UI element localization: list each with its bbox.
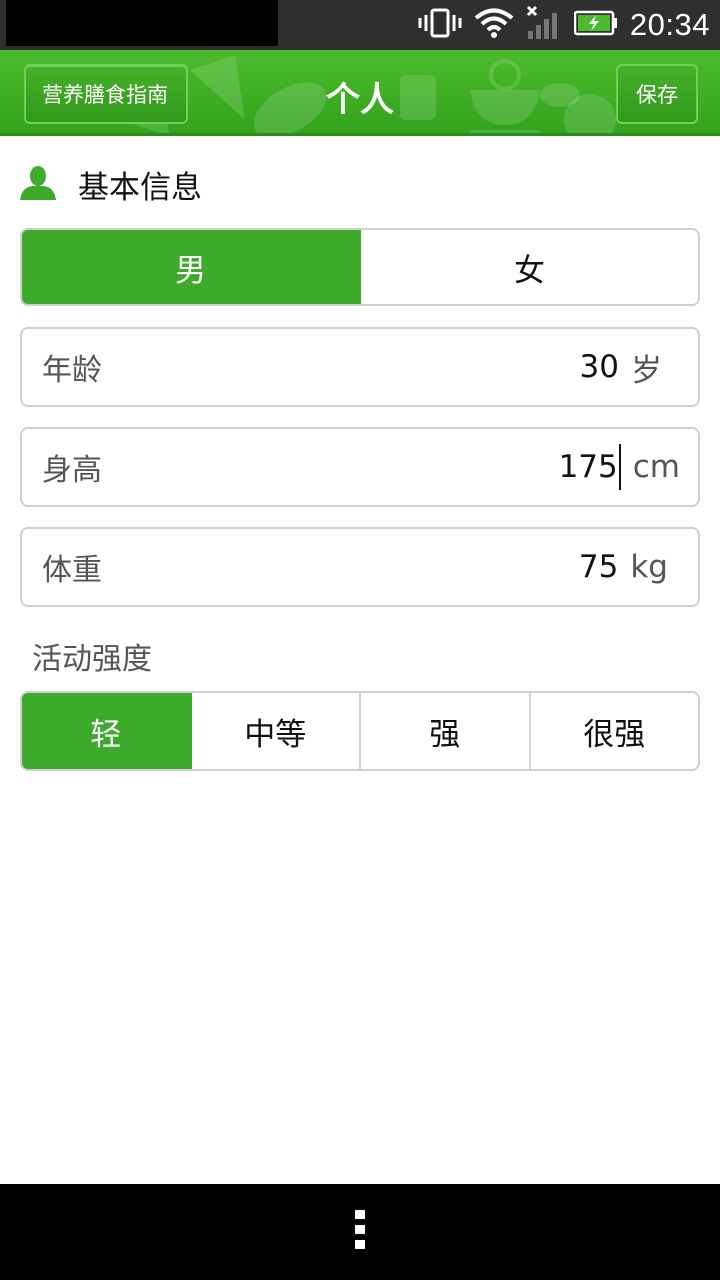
signal-icon (526, 5, 562, 45)
status-bar: 20:34 (0, 0, 720, 50)
age-unit: 岁 (631, 352, 662, 389)
weight-label: 体重 (42, 553, 102, 588)
activity-option-very-strong[interactable]: 很强 (528, 693, 699, 769)
height-label: 身高 (42, 453, 102, 488)
screen: 20:34 营养膳食指南 个人 保存 基本信息 男 女 年龄 30 岁 身高 1… (0, 0, 720, 1280)
activity-option-light[interactable]: 轻 (22, 693, 190, 769)
status-bar-notch (6, 0, 278, 46)
height-value-wrap[interactable]: 175 (559, 444, 621, 490)
basic-info-header: 基本信息 (20, 162, 202, 206)
gender-option-female[interactable]: 女 (359, 230, 698, 304)
height-value[interactable]: 175 (559, 449, 618, 485)
age-label: 年龄 (42, 353, 102, 388)
activity-label: 活动强度 (32, 642, 152, 677)
page-title: 个人 (326, 80, 394, 120)
text-cursor (618, 444, 621, 490)
wifi-icon (474, 7, 514, 43)
weight-unit: kg (630, 549, 668, 585)
activity-option-strong[interactable]: 强 (359, 693, 529, 769)
navigation-bar (0, 1184, 720, 1280)
save-button[interactable]: 保存 (616, 64, 698, 124)
height-unit: cm (632, 449, 680, 485)
clock: 20:34 (629, 7, 710, 42)
weight-field[interactable]: 体重 75 kg (20, 527, 700, 607)
weight-value[interactable]: 75 (579, 549, 618, 585)
age-value[interactable]: 30 (580, 349, 619, 385)
gender-selector: 男 女 (20, 228, 700, 306)
age-field[interactable]: 年龄 30 岁 (20, 327, 700, 407)
height-field[interactable]: 身高 175 cm (20, 427, 700, 507)
person-icon (20, 164, 56, 204)
vibrate-icon (418, 8, 462, 42)
activity-option-moderate[interactable]: 中等 (189, 693, 360, 769)
status-icons: 20:34 (418, 0, 710, 50)
save-button-label: 保存 (636, 83, 678, 107)
activity-selector: 轻 中等 强 很强 (20, 691, 700, 771)
battery-charging-icon (573, 10, 618, 40)
basic-info-title: 基本信息 (78, 169, 202, 206)
overflow-menu-icon[interactable] (353, 1208, 367, 1256)
action-bar: 营养膳食指南 个人 保存 (0, 50, 720, 136)
gender-option-male[interactable]: 男 (22, 230, 359, 304)
